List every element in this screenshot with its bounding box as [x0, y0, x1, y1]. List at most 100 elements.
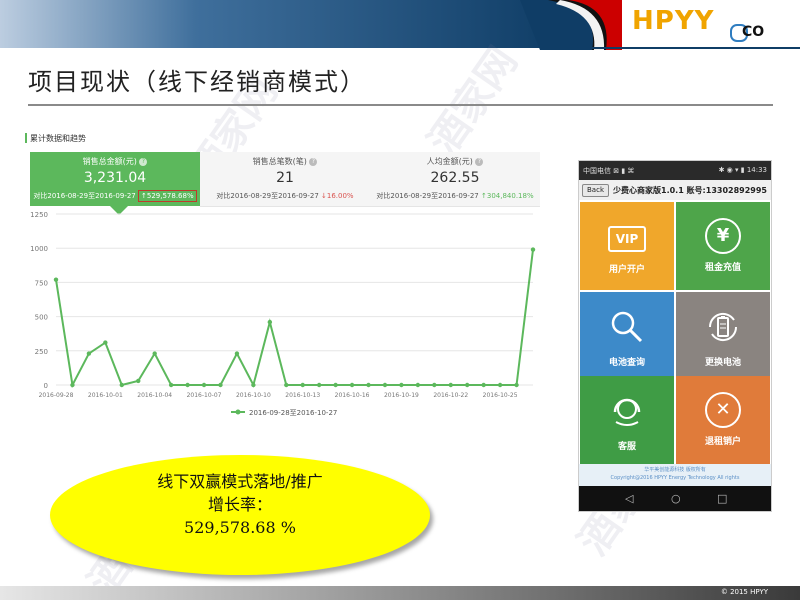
data-point [432, 382, 437, 388]
data-point [316, 382, 322, 388]
logo-text: HPYY [632, 6, 715, 36]
data-point [251, 382, 256, 388]
carrier-text: 中国电信 ⊠ ▮ ⌘ [583, 167, 635, 175]
y-tick-label: 500 [35, 314, 48, 322]
page-title: 项目现状（线下经销商模式） [28, 68, 366, 96]
logo: HPYY CO [632, 6, 782, 46]
data-point [152, 351, 157, 356]
tile-battery-query[interactable]: 电池查询 [580, 292, 674, 380]
data-point [201, 382, 207, 388]
kpi-compare: 对比2016-08-29至2016-09-27 [33, 192, 136, 200]
copyright-text: © 2015 HPYY [720, 588, 768, 596]
status-time: ✱ ◉ ▾ ▮ 14:33 [718, 166, 767, 174]
legend-marker [235, 409, 241, 415]
title-divider [28, 104, 773, 106]
nav-recents-icon[interactable]: □ [717, 492, 727, 505]
data-point [136, 378, 141, 384]
tile-cancel-account[interactable]: ✕ 退租销户 [676, 376, 770, 464]
data-point [103, 340, 108, 345]
help-icon[interactable]: ? [139, 157, 148, 166]
dashboard-section-title: 累计数据和趋势 [25, 133, 86, 143]
kpi-value: 3,231.04 [83, 170, 147, 186]
kpi-change: 529,578.68% [146, 192, 194, 200]
data-point [349, 382, 355, 388]
y-tick-label: 250 [35, 348, 48, 356]
kpi-card-sales-amount[interactable]: 销售总金额(元) ? 3,231.04 对比2016-08-29至2016-09… [30, 152, 200, 206]
data-point [185, 382, 190, 388]
kpi-card-avg-amount[interactable]: 人均金额(元) ? 262.55 对比2016-08-29至2016-09-27… [370, 152, 540, 207]
kpi-label: 人均金额(元) [426, 157, 473, 166]
data-point [399, 382, 404, 388]
series-line [55, 249, 534, 389]
x-tick-label: 2016-10-16 [335, 392, 370, 399]
data-point [448, 382, 453, 388]
kpi-compare: 对比2016-08-29至2016-09-27 [216, 192, 319, 200]
kpi-card-sales-count[interactable]: 销售总笔数(笔) ? 21 对比2016-08-29至2016-09-27 ↓1… [200, 152, 370, 207]
tile-label: 电池查询 [608, 358, 645, 368]
data-point [284, 382, 289, 388]
x-tick-label: 2016-09-28 [39, 392, 74, 399]
status-bar: 中国电信 ⊠ ▮ ⌘ ✱ ◉ ▾ ▮ 14:33 [579, 161, 771, 180]
data-point [86, 351, 92, 356]
headset-icon [613, 398, 641, 426]
data-point [218, 382, 223, 388]
x-tick-label: 2016-10-01 [88, 392, 123, 399]
tile-open-account[interactable]: VIP 用户开户 [580, 202, 674, 290]
y-tick-label: 750 [35, 279, 48, 287]
data-point [366, 382, 371, 388]
app-bar: Back 少费心商家版1.0.1 账号:13302892995 [579, 180, 771, 200]
growth-callout-text: 线下双赢模式落地/推广 增长率： 529,578.68 % [50, 470, 430, 539]
x-tick-label: 2016-10-25 [483, 392, 518, 399]
nav-back-icon[interactable]: ◁ [625, 492, 633, 505]
tile-rent-recharge[interactable]: ¥ 租金充值 [676, 202, 770, 290]
callout-line1: 线下双赢模式落地/推广 [157, 472, 323, 491]
data-point [514, 382, 519, 388]
help-icon[interactable]: ? [475, 157, 484, 166]
data-point [300, 382, 305, 388]
x-tick-label: 2016-10-13 [285, 392, 320, 399]
vip-icon: VIP [608, 226, 646, 252]
data-point [481, 382, 486, 388]
tile-customer-service[interactable]: 客服 [580, 376, 674, 464]
back-button[interactable]: Back [582, 184, 609, 197]
kpi-value: 262.55 [430, 170, 480, 186]
magnifier-icon [611, 311, 643, 343]
cancel-icon: ✕ [705, 392, 741, 428]
x-tick-label: 2016-10-07 [187, 392, 222, 399]
data-point [465, 382, 470, 388]
footer-copyright: Copyright@2016 HPYY Energy Technology Al… [610, 475, 740, 481]
x-tick-label: 2016-10-10 [236, 392, 271, 399]
sales-trend-chart: 0 250 500 750 1000 1250 2016-09-28 2016-10-01 20… [30, 211, 536, 417]
legend-label: 2016-09-28至2016-10-27 [249, 409, 337, 417]
kpi-value: 21 [276, 170, 294, 186]
kpi-change: 16.00% [326, 192, 354, 200]
data-point [168, 382, 174, 388]
x-tick-label: 2016-10-04 [137, 392, 172, 399]
kpi-change-highlight: ↑529,578.68% [138, 190, 197, 202]
kpi-compare: 对比2016-08-29至2016-09-27 [376, 192, 479, 200]
data-point [530, 247, 536, 252]
watermark: 酒家网 [420, 38, 527, 164]
yen-icon: ¥ [705, 218, 741, 254]
data-point [234, 351, 240, 356]
data-point [70, 382, 75, 388]
data-point [415, 382, 421, 388]
callout-line3: 529,578.68 % [184, 518, 296, 537]
app-title: 少费心商家版1.0.1 账号:13302892995 [613, 186, 767, 195]
help-icon[interactable]: ? [309, 157, 318, 166]
battery-swap-icon [708, 312, 738, 342]
kpi-label: 销售总笔数(笔) [252, 157, 307, 166]
data-point [333, 382, 338, 388]
data-point [382, 382, 388, 388]
merchant-app-screenshot: 中国电信 ⊠ ▮ ⌘ ✱ ◉ ▾ ▮ 14:33 Back 少费心商家版1.0.… [578, 160, 772, 512]
y-tick-label: 1250 [30, 211, 48, 219]
y-tick-label: 0 [44, 382, 48, 390]
kpi-change: 304,840.18% [486, 192, 534, 200]
nav-home-icon[interactable]: ○ [671, 492, 681, 505]
tile-label: 更换电池 [704, 358, 741, 368]
kpi-label: 销售总金额(元) [82, 157, 137, 166]
tile-battery-swap[interactable]: 更换电池 [676, 292, 770, 380]
callout-line2: 增长率： [207, 495, 272, 514]
data-point [119, 382, 124, 388]
footer-company: 华平美创能源科技 版权所有 [644, 467, 706, 473]
